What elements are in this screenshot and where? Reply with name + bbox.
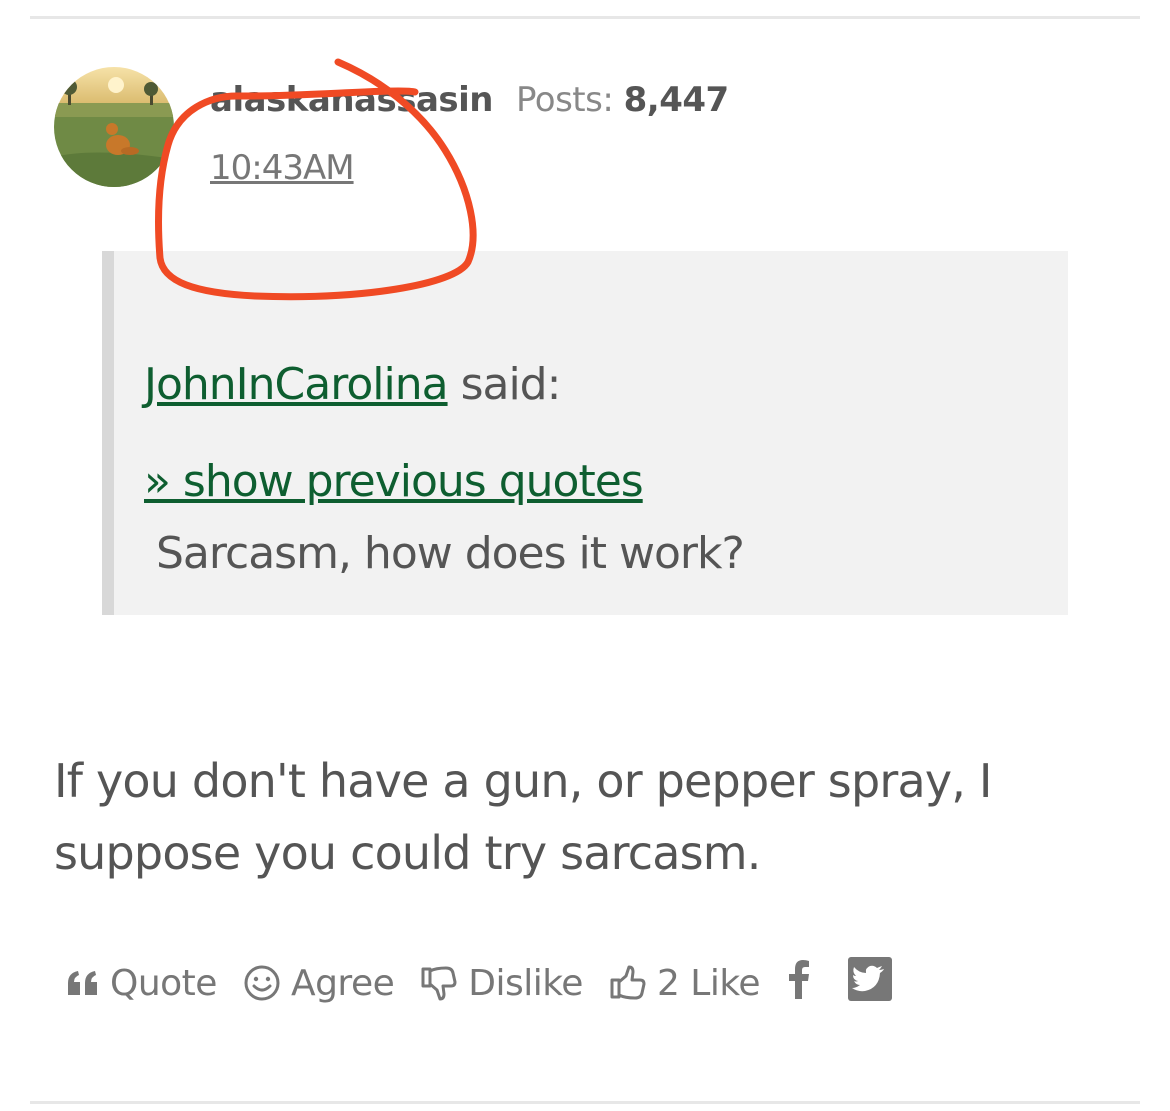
like-button[interactable]: 2 Like [609,962,761,1004]
user-avatar[interactable] [54,67,174,187]
quote-text: Sarcasm, how does it work? [156,528,745,579]
post-body-text: If you don't have a gun, or pepper spray… [54,754,992,880]
post-actions: Quote Agree Dislike 2 Like [66,956,928,1010]
top-divider [30,16,1140,19]
quote-button-label: Quote [110,962,217,1004]
show-previous-quotes-link[interactable]: » show previous quotes [144,456,644,507]
quote-header: JohnInCarolina said: [144,359,562,410]
thumbs-up-icon [609,964,647,1002]
dislike-button[interactable]: Dislike [420,963,583,1004]
facebook-share-button[interactable] [786,959,812,1008]
thumbs-down-icon [420,964,458,1002]
post-timestamp-link[interactable]: 10:43AM [210,148,355,188]
post-count: Posts: 8,447 [516,80,729,120]
post-body: If you don't have a gun, or pepper spray… [54,745,1034,889]
twitter-share-button[interactable] [848,956,893,1010]
quote-author-link[interactable]: JohnInCarolina [144,359,449,410]
agree-button[interactable]: Agree [243,962,395,1004]
like-button-label: 2 Like [656,962,761,1004]
post-author-username[interactable]: alaskanassasin [210,80,494,120]
quote-icon [66,969,100,997]
agree-button-label: Agree [290,962,395,1004]
dislike-button-label: Dislike [468,962,583,1004]
facebook-icon [786,959,812,1008]
quote-block: JohnInCarolina said: » show previous quo… [102,251,1068,615]
quote-said-label: said: [460,359,562,410]
posts-label: Posts: [516,80,614,120]
twitter-icon [848,956,893,1010]
posts-count-value: 8,447 [623,80,730,120]
smiley-icon [243,964,281,1002]
quote-button[interactable]: Quote [66,963,217,1004]
bottom-divider [30,1101,1140,1104]
